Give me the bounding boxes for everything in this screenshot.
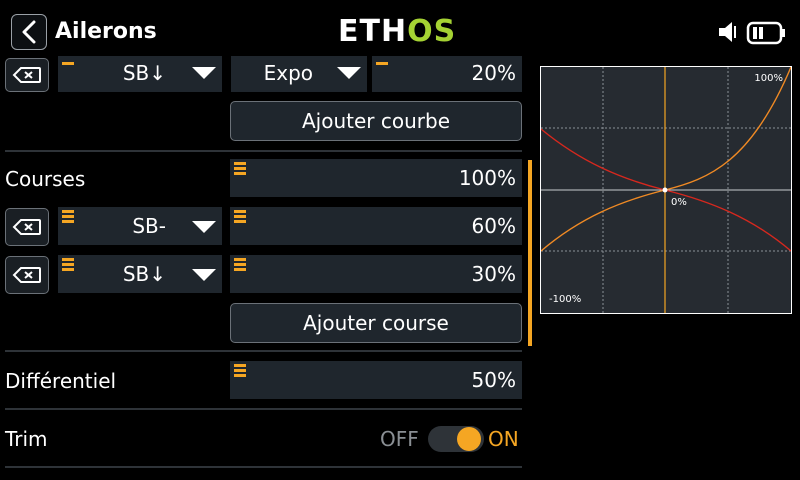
add-course-button[interactable]: Ajouter course <box>230 303 522 343</box>
delete-course-button-2[interactable] <box>5 256 49 294</box>
adjust-handle-icon <box>234 364 246 377</box>
course-1-value-field[interactable]: 60% <box>230 207 522 245</box>
divider <box>5 150 522 152</box>
courses-main-value-field[interactable]: 100% <box>230 159 522 197</box>
expo-value-field[interactable]: 20% <box>372 56 522 92</box>
adjust-handle-icon <box>234 258 246 271</box>
curve-type-dropdown[interactable]: Expo <box>231 56 367 92</box>
curve-type-value: Expo <box>263 61 313 85</box>
add-curve-button[interactable]: Ajouter courbe <box>230 101 522 141</box>
adjust-handle-icon <box>234 162 246 175</box>
rate-switch-dropdown[interactable]: SB↓ <box>58 56 222 92</box>
adjust-handle-icon <box>62 210 74 223</box>
logo-part-os: OS <box>407 14 457 49</box>
trim-label: Trim <box>5 427 48 451</box>
scrollbar[interactable] <box>528 160 532 346</box>
divider <box>5 350 522 352</box>
field-indicator <box>376 62 388 65</box>
graph-bottom-label: -100% <box>549 294 582 305</box>
course-2-value: 30% <box>471 262 516 286</box>
differential-value: 50% <box>471 368 516 392</box>
chevron-down-icon <box>192 67 216 79</box>
adjust-handle-icon <box>62 258 74 271</box>
course-1-value: 60% <box>471 214 516 238</box>
trim-off-label: OFF <box>380 427 419 451</box>
backspace-icon <box>12 267 41 283</box>
battery-icon[interactable] <box>746 21 786 45</box>
course-2-switch-dropdown[interactable]: SB↓ <box>58 255 222 293</box>
toggle-knob <box>457 427 481 451</box>
graph-top-label: 100% <box>754 73 783 84</box>
curve-graph: 100% 0% -100% <box>540 66 792 314</box>
backspace-icon <box>12 67 41 83</box>
chevron-left-icon <box>22 20 36 44</box>
divider <box>5 408 522 410</box>
chevron-down-icon <box>192 221 216 233</box>
differential-label: Différentiel <box>5 369 117 393</box>
curve-graph-canvas <box>541 67 791 313</box>
courses-main-value: 100% <box>458 166 516 190</box>
courses-label: Courses <box>5 167 86 191</box>
ethos-logo: ETHOS <box>338 15 456 49</box>
course-2-value-field[interactable]: 30% <box>230 255 522 293</box>
backspace-icon <box>12 219 41 235</box>
adjust-handle-icon <box>234 210 246 223</box>
differential-value-field[interactable]: 50% <box>230 361 522 399</box>
page-title: Ailerons <box>55 19 157 44</box>
rate-switch-value: SB↓ <box>122 61 166 85</box>
delete-rate-button[interactable] <box>5 58 49 92</box>
graph-center-label: 0% <box>671 197 687 208</box>
delete-course-button-1[interactable] <box>5 208 49 246</box>
back-button[interactable] <box>11 14 47 50</box>
logo-part-eth: ETH <box>338 14 408 49</box>
course-1-switch-value: SB- <box>132 214 166 238</box>
divider <box>5 466 522 468</box>
expo-value: 20% <box>471 61 516 85</box>
course-1-switch-dropdown[interactable]: SB- <box>58 207 222 245</box>
chevron-down-icon <box>192 269 216 281</box>
trim-on-label: ON <box>488 427 519 451</box>
course-2-switch-value: SB↓ <box>122 262 166 286</box>
chevron-down-icon <box>337 67 361 79</box>
speaker-icon[interactable] <box>718 20 740 44</box>
trim-toggle[interactable] <box>428 426 484 452</box>
field-indicator <box>62 62 74 65</box>
